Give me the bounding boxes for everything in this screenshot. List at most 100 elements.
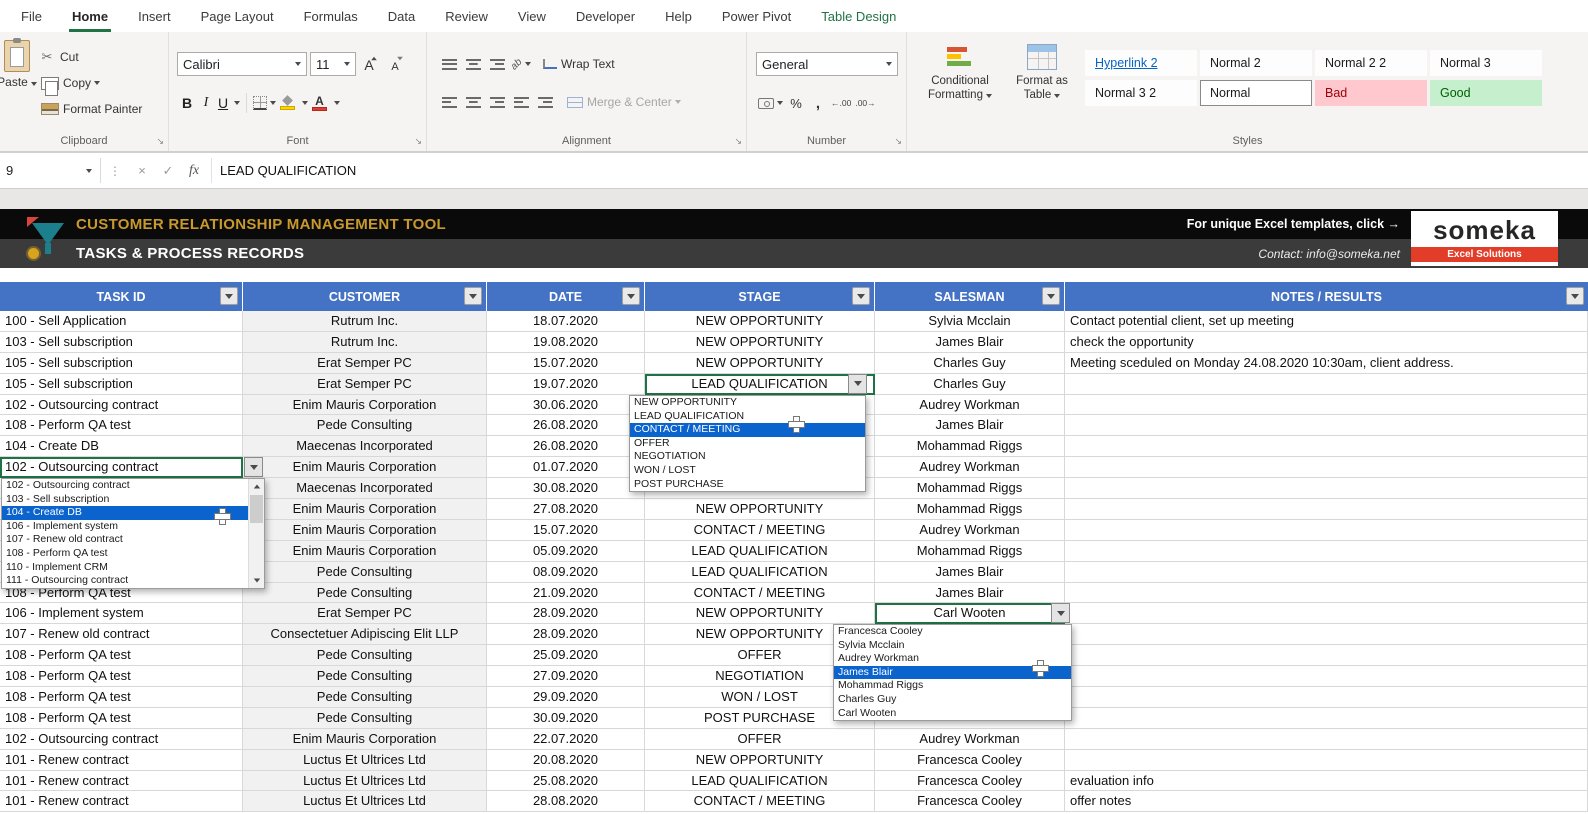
formula-bar-handle-icon[interactable]: ⋮	[101, 153, 129, 188]
cell-customer[interactable]: Pede Consulting	[243, 666, 487, 688]
cell-notes[interactable]	[1065, 519, 1588, 541]
cell-customer[interactable]: Erat Semper PC	[243, 603, 487, 625]
cell-notes[interactable]	[1065, 666, 1588, 688]
cell-stage[interactable]: LEAD QUALIFICATION	[645, 540, 875, 562]
bottom-align-button[interactable]	[485, 52, 509, 76]
cell-notes[interactable]	[1065, 687, 1588, 708]
cell-date[interactable]: 18.07.2020	[487, 311, 645, 332]
bold-button[interactable]: B	[177, 95, 197, 111]
filter-button[interactable]	[852, 287, 870, 305]
dropdown-option[interactable]: 104 - Create DB	[2, 506, 248, 520]
align-right-button[interactable]	[485, 90, 509, 114]
cell-task[interactable]: 108 - Perform QA test	[0, 666, 243, 688]
cell-notes[interactable]	[1065, 707, 1588, 729]
cell-notes[interactable]: evaluation info	[1065, 770, 1588, 792]
cell-customer[interactable]: Luctus Et Ultrices Ltd	[243, 791, 487, 813]
dropdown-option[interactable]: Carl Wooten	[834, 707, 1071, 721]
cell-date[interactable]: 30.06.2020	[487, 394, 645, 416]
fill-color-button[interactable]	[280, 95, 295, 110]
cell-customer[interactable]: Pede Consulting	[243, 415, 487, 437]
filter-button[interactable]	[1566, 287, 1584, 305]
cell-salesman[interactable]: Francesca Cooley	[875, 749, 1065, 771]
cell-customer[interactable]: Enim Mauris Corporation	[243, 394, 487, 416]
cell-stage[interactable]: LEAD QUALIFICATION	[645, 373, 875, 395]
someka-logo[interactable]: someka Excel Solutions	[1411, 211, 1558, 266]
cell-customer[interactable]: Erat Semper PC	[243, 373, 487, 395]
cell-date[interactable]: 27.09.2020	[487, 666, 645, 688]
cell-style-hyperlink-2[interactable]: Hyperlink 2	[1085, 50, 1197, 76]
cell-task[interactable]: 100 - Sell Application	[0, 311, 243, 332]
cell-notes[interactable]: check the opportunity	[1065, 331, 1588, 353]
cell-salesman[interactable]: Sylvia Mcclain	[875, 311, 1065, 332]
tab-formulas[interactable]: Formulas	[289, 0, 373, 32]
cell-stage[interactable]: NEW OPPORTUNITY	[645, 749, 875, 771]
cell-notes[interactable]	[1065, 728, 1588, 750]
cell-date[interactable]: 28.08.2020	[487, 791, 645, 813]
cell-style-bad[interactable]: Bad	[1315, 80, 1427, 106]
filter-button[interactable]	[464, 287, 482, 305]
dropdown-option[interactable]: LEAD QUALIFICATION	[630, 410, 865, 424]
cell-salesman[interactable]: Carl Wooten	[875, 603, 1070, 625]
cell-stage[interactable]: CONTACT / MEETING	[645, 519, 875, 541]
cell-notes[interactable]	[1065, 394, 1588, 416]
cell-customer[interactable]: Pede Consulting	[243, 561, 487, 583]
cell-task[interactable]: 102 - Outsourcing contract	[0, 457, 263, 479]
cell-salesman[interactable]: Charles Guy	[875, 352, 1065, 374]
cell-date[interactable]: 22.07.2020	[487, 728, 645, 750]
cell-task[interactable]: 107 - Renew old contract	[0, 624, 243, 646]
tab-file[interactable]: File	[6, 0, 57, 32]
scrollbar-thumb[interactable]	[250, 495, 263, 523]
cell-task[interactable]: 102 - Outsourcing contract	[0, 394, 243, 416]
cell-style-normal-2[interactable]: Normal 2	[1200, 50, 1312, 76]
tab-page-layout[interactable]: Page Layout	[186, 0, 289, 32]
cell-date[interactable]: 15.07.2020	[487, 519, 645, 541]
cell-customer[interactable]: Pede Consulting	[243, 687, 487, 708]
cell-date[interactable]: 15.07.2020	[487, 352, 645, 374]
insert-function-icon[interactable]: fx	[181, 153, 207, 188]
align-left-button[interactable]	[437, 90, 461, 114]
borders-icon[interactable]	[253, 96, 267, 110]
formula-input[interactable]: LEAD QUALIFICATION	[220, 153, 356, 188]
filter-button[interactable]	[1042, 287, 1060, 305]
cell-notes[interactable]: Meeting sceduled on Monday 24.08.2020 10…	[1065, 352, 1588, 374]
conditional-formatting-button[interactable]: Conditional Formatting	[921, 44, 999, 103]
cell-customer[interactable]: Enim Mauris Corporation	[243, 728, 487, 750]
enter-icon[interactable]: ✓	[155, 153, 181, 188]
filter-button[interactable]	[622, 287, 640, 305]
cell-salesman[interactable]: Charles Guy	[875, 373, 1065, 395]
cell-customer[interactable]: Rutrum Inc.	[243, 331, 487, 353]
cell-notes[interactable]	[1065, 645, 1588, 667]
merge-center-button[interactable]: Merge & Center	[567, 95, 681, 109]
cell-customer[interactable]: Erat Semper PC	[243, 352, 487, 374]
cell-notes[interactable]	[1065, 540, 1588, 562]
cell-salesman[interactable]: Mohammad Riggs	[875, 436, 1065, 458]
cell-date[interactable]: 30.08.2020	[487, 478, 645, 500]
cell-style-normal-3[interactable]: Normal 3	[1430, 50, 1542, 76]
dropdown-option[interactable]: POST PURCHASE	[630, 478, 865, 492]
cell-style-normal[interactable]: Normal	[1200, 80, 1312, 106]
cell-date[interactable]: 20.08.2020	[487, 749, 645, 771]
tab-table-design[interactable]: Table Design	[806, 0, 911, 32]
cell-notes[interactable]	[1065, 561, 1588, 583]
dropdown-option[interactable]: 111 - Outsourcing contract	[2, 574, 248, 588]
cell-stage[interactable]: LEAD QUALIFICATION	[645, 770, 875, 792]
name-box[interactable]: 9	[0, 153, 100, 188]
cell-notes[interactable]	[1065, 582, 1588, 604]
dropdown-option[interactable]: Sylvia Mcclain	[834, 639, 1071, 653]
cell-customer[interactable]: Maecenas Incorporated	[243, 478, 487, 500]
cell-date[interactable]: 26.08.2020	[487, 415, 645, 437]
dropdown-scrollbar[interactable]	[248, 479, 264, 588]
dropdown-option[interactable]: 102 - Outsourcing contract	[2, 479, 248, 493]
dropdown-option[interactable]: 103 - Sell subscription	[2, 493, 248, 507]
increase-indent-button[interactable]	[533, 90, 557, 114]
cell-salesman[interactable]: Francesca Cooley	[875, 791, 1065, 813]
scroll-up-icon[interactable]	[249, 479, 264, 494]
decrease-indent-button[interactable]	[509, 90, 533, 114]
cell-task[interactable]: 108 - Perform QA test	[0, 687, 243, 708]
scroll-down-icon[interactable]	[249, 573, 264, 588]
tab-power-pivot[interactable]: Power Pivot	[707, 0, 806, 32]
dialog-launcher-icon[interactable]: ↘	[894, 136, 902, 147]
cell-task[interactable]: 105 - Sell subscription	[0, 352, 243, 374]
cell-customer[interactable]: Pede Consulting	[243, 645, 487, 667]
cell-notes[interactable]	[1065, 478, 1588, 500]
